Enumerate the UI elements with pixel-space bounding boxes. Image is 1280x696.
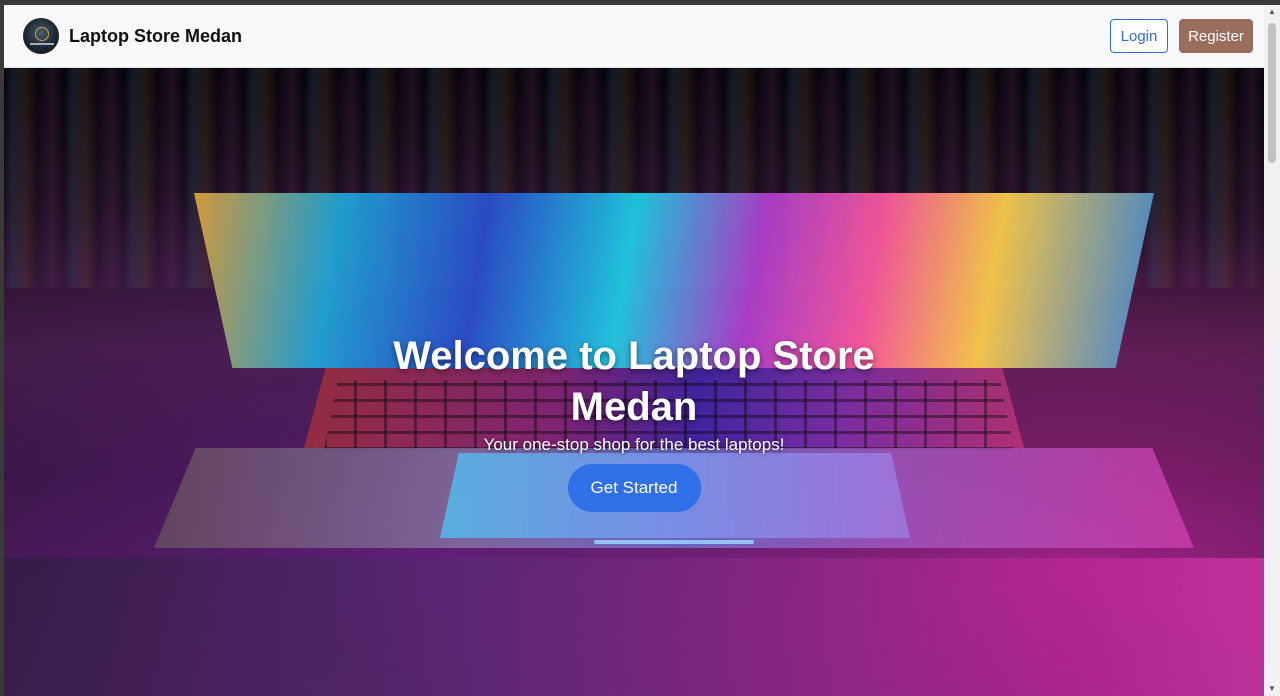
nav-actions: Login Register [1110,19,1253,53]
store-logo-icon [23,18,59,54]
hero-subtitle: Your one-stop shop for the best laptops! [483,435,785,454]
get-started-button[interactable]: Get Started [567,464,701,512]
navbar: Laptop Store Medan Login Register [4,5,1264,68]
scroll-down-arrow-icon[interactable]: ▼ [1264,682,1280,696]
scroll-thumb[interactable] [1268,23,1276,163]
logo-bar [30,43,54,45]
login-button[interactable]: Login [1110,19,1168,53]
scroll-up-arrow-icon[interactable]: ▲ [1264,5,1280,19]
laptop-notch [594,540,754,544]
register-button[interactable]: Register [1179,19,1253,53]
hero-section: Welcome to Laptop Store Medan Your one-s… [4,68,1264,696]
vertical-scrollbar[interactable]: ▲ ▼ [1264,5,1280,696]
desk-surface [4,558,1264,696]
browser-viewport: Laptop Store Medan Login Register Welcom… [4,5,1264,696]
logo-ring [35,27,49,41]
brand[interactable]: Laptop Store Medan [23,18,242,54]
hero-content: Welcome to Laptop Store Medan Your one-s… [4,331,1264,512]
hero-title: Welcome to Laptop Store Medan [393,334,875,429]
brand-name[interactable]: Laptop Store Medan [69,26,242,47]
